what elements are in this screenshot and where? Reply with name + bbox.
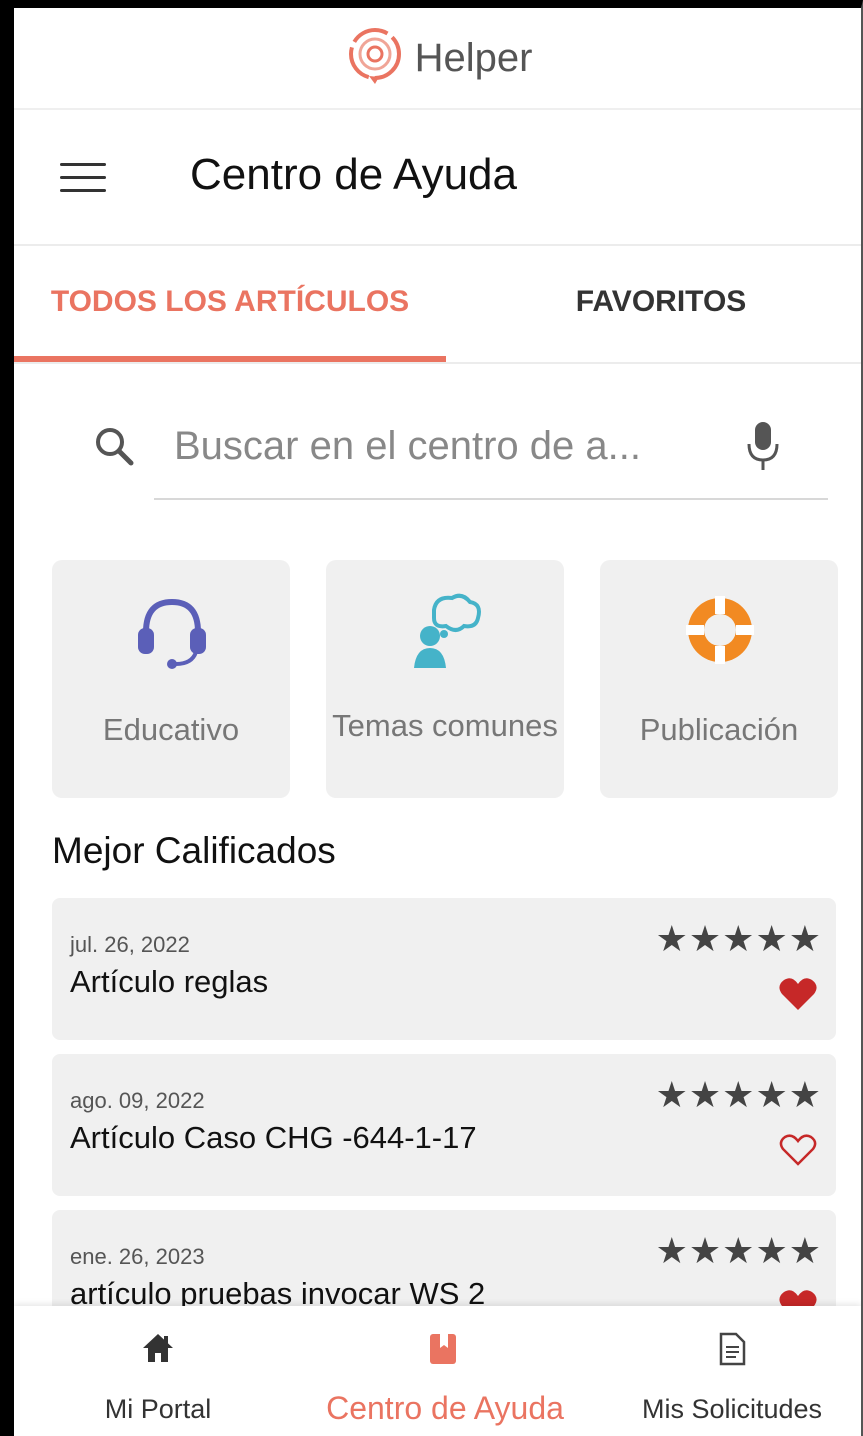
brand-header: Helper — [14, 8, 861, 110]
microphone-icon[interactable] — [746, 420, 780, 472]
nav-mi-portal[interactable]: Mi Portal — [14, 1306, 302, 1436]
nav-label: Mis Solicitudes — [641, 1394, 823, 1424]
book-icon — [430, 1334, 456, 1364]
favorite-heart-filled-icon[interactable] — [778, 976, 818, 1012]
category-temas-comunes[interactable]: Temas comunes — [326, 560, 564, 798]
nav-mis-solicitudes[interactable]: Mis Solicitudes — [588, 1306, 861, 1436]
favorite-heart-outline-icon[interactable] — [778, 1132, 818, 1168]
nav-label: Mi Portal — [104, 1394, 212, 1424]
brand-name: Helper — [414, 35, 533, 80]
hamburger-menu-icon[interactable] — [60, 163, 106, 193]
bottom-navigation: Mi Portal Centro de Ayuda Mis Solicitude… — [14, 1306, 861, 1436]
article-title: Artículo reglas — [70, 964, 269, 999]
app-screen: Helper Centro de Ayuda TODOS LOS ARTÍCUL… — [0, 0, 863, 1436]
category-publicacion[interactable]: Publicación — [600, 560, 838, 798]
app-bar: Centro de Ayuda — [14, 110, 861, 246]
search-input[interactable] — [164, 416, 724, 476]
article-card[interactable]: ago. 09, 2022 Artículo Caso CHG -644-1-1… — [52, 1054, 836, 1196]
article-date: jul. 26, 2022 — [70, 932, 190, 957]
rating-stars: ★★★★★ — [655, 1230, 822, 1271]
search-icon — [92, 424, 136, 468]
category-label: Temas comunes — [332, 708, 558, 743]
tab-bar: TODOS LOS ARTÍCULOS FAVORITOS — [14, 246, 861, 364]
category-label: Publicación — [639, 712, 799, 747]
nav-centro-de-ayuda[interactable]: Centro de Ayuda — [302, 1306, 588, 1436]
article-date: ago. 09, 2022 — [70, 1088, 205, 1113]
search-underline — [154, 498, 828, 500]
rating-stars: ★★★★★ — [655, 918, 822, 959]
helper-logo-icon — [343, 24, 407, 93]
document-icon — [719, 1332, 746, 1366]
page-title: Centro de Ayuda — [190, 150, 517, 199]
tab-all-articles[interactable]: TODOS LOS ARTÍCULOS — [14, 246, 446, 358]
person-thought-icon — [414, 593, 481, 668]
home-icon — [143, 1334, 173, 1362]
headset-icon — [138, 598, 206, 669]
article-card[interactable]: jul. 26, 2022 Artículo reglas ★★★★★ — [52, 898, 836, 1040]
rating-stars: ★★★★★ — [655, 1074, 822, 1115]
lifebuoy-icon — [686, 596, 754, 664]
category-label: Educativo — [102, 712, 240, 747]
article-date: ene. 26, 2023 — [70, 1244, 205, 1269]
tab-favorites[interactable]: FAVORITOS — [446, 246, 861, 358]
active-tab-indicator — [14, 356, 446, 362]
article-title: Artículo Caso CHG -644-1-17 — [70, 1120, 477, 1155]
category-educativo[interactable]: Educativo — [52, 560, 290, 798]
section-title: Mejor Calificados — [52, 830, 336, 871]
nav-label: Centro de Ayuda — [326, 1390, 564, 1426]
